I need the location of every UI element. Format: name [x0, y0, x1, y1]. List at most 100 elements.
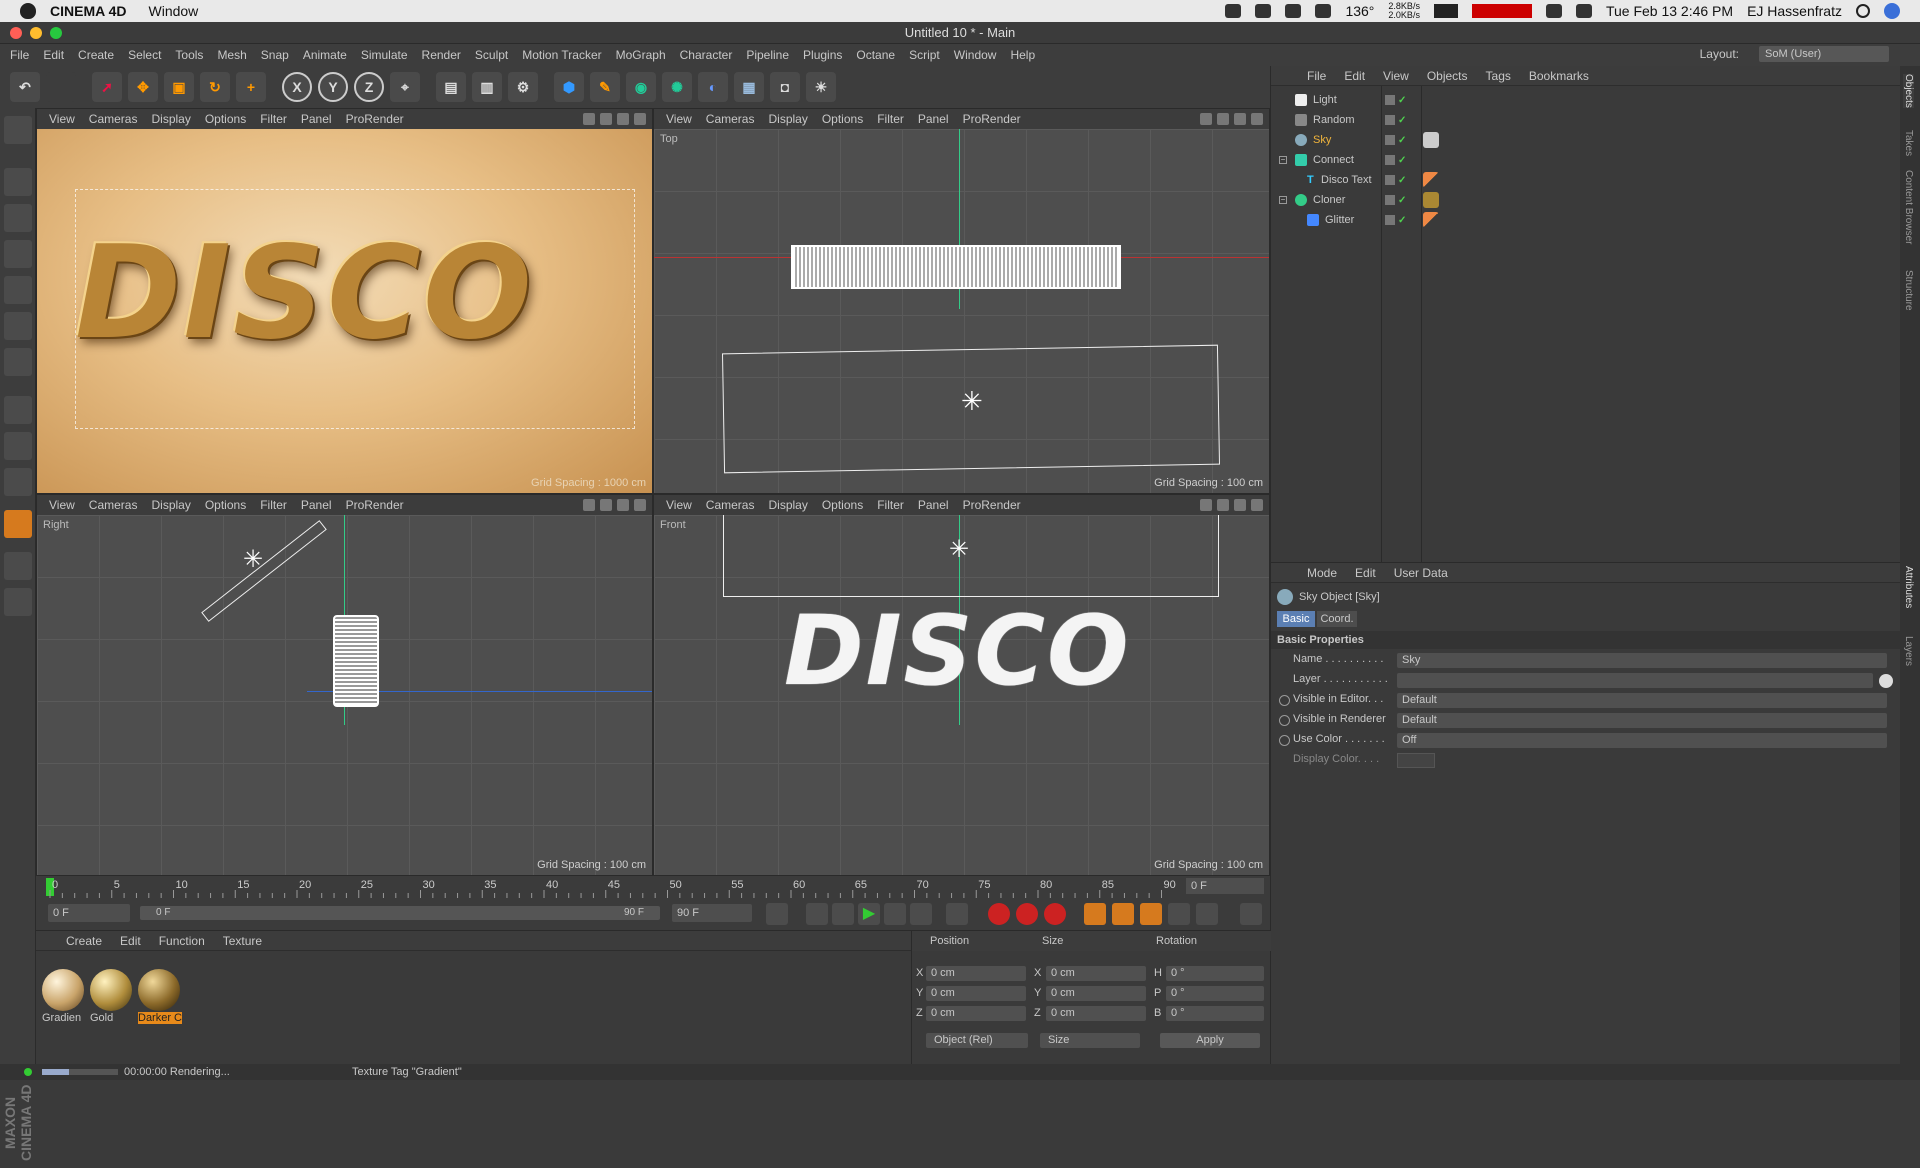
vp-menu-prorender[interactable]: ProRender — [963, 112, 1021, 126]
polygons-mode-icon[interactable] — [4, 348, 32, 376]
mm-menu-function[interactable]: Function — [159, 934, 205, 948]
vp-menu-filter[interactable]: Filter — [260, 112, 287, 126]
zoom-window-icon[interactable] — [50, 27, 62, 39]
animation-radio[interactable] — [1279, 735, 1290, 746]
orbit-icon[interactable] — [1234, 113, 1246, 125]
move-icon[interactable]: ✥ — [128, 72, 158, 102]
minimize-window-icon[interactable] — [30, 27, 42, 39]
maximize-icon[interactable] — [1251, 499, 1263, 511]
texture-mode-icon[interactable] — [4, 204, 32, 232]
om-menu-edit[interactable]: Edit — [1344, 69, 1365, 83]
size-z-field[interactable]: 0 cm — [1046, 1006, 1146, 1021]
material-gradient[interactable]: Gradien — [42, 969, 86, 1027]
menu-animate[interactable]: Animate — [303, 48, 347, 62]
vp-menu-filter[interactable]: Filter — [877, 498, 904, 512]
key-param-icon[interactable] — [1168, 903, 1190, 925]
render-view-icon[interactable]: ▤ — [436, 72, 466, 102]
size-x-field[interactable]: 0 cm — [1046, 966, 1146, 981]
vp-menu-panel[interactable]: Panel — [918, 112, 949, 126]
visible-editor-select[interactable]: Default — [1397, 693, 1887, 708]
menu-mograph[interactable]: MoGraph — [616, 48, 666, 62]
maximize-icon[interactable] — [634, 113, 646, 125]
vp-menu-options[interactable]: Options — [822, 498, 863, 512]
pos-z-field[interactable]: 0 cm — [926, 1006, 1026, 1021]
apple-icon[interactable] — [20, 3, 36, 19]
dolly-icon[interactable] — [1217, 113, 1229, 125]
object-row-random[interactable]: Random ✓ — [1271, 110, 1901, 130]
tab-content-browser[interactable]: Content Browser — [1903, 170, 1914, 244]
om-menu-tags[interactable]: Tags — [1486, 69, 1511, 83]
vp-menu-display[interactable]: Display — [151, 498, 190, 512]
material-gold[interactable]: Gold — [90, 969, 134, 1027]
menu-script[interactable]: Script — [909, 48, 940, 62]
size-y-field[interactable]: 0 cm — [1046, 986, 1146, 1001]
layer-field[interactable] — [1397, 673, 1873, 688]
vp-menu-view[interactable]: View — [49, 112, 75, 126]
light-icon[interactable]: ☀ — [806, 72, 836, 102]
orbit-icon[interactable] — [617, 499, 629, 511]
apply-button[interactable]: Apply — [1160, 1033, 1260, 1048]
om-menu-bookmarks[interactable]: Bookmarks — [1529, 69, 1589, 83]
end-frame-field[interactable]: 90 F — [672, 904, 752, 922]
dolly-icon[interactable] — [1217, 499, 1229, 511]
make-editable-icon[interactable] — [4, 116, 32, 144]
coord-mode-select[interactable]: Object (Rel) — [926, 1033, 1028, 1048]
go-to-start-icon[interactable] — [766, 903, 788, 925]
points-mode-icon[interactable] — [4, 276, 32, 304]
vp-menu-display[interactable]: Display — [768, 498, 807, 512]
object-row-connect[interactable]: − Connect ✓ — [1271, 150, 1901, 170]
tab-attributes[interactable]: Attributes — [1903, 566, 1914, 608]
tab-structure[interactable]: Structure — [1903, 270, 1914, 311]
am-menu-mode[interactable]: Mode — [1307, 566, 1337, 580]
prev-key-icon[interactable] — [806, 903, 828, 925]
object-flags[interactable]: ✓ — [1385, 134, 1406, 146]
menu-plugins[interactable]: Plugins — [803, 48, 842, 62]
object-row-disco-text[interactable]: T Disco Text ✓ — [1271, 170, 1901, 190]
vp-menu-view[interactable]: View — [666, 112, 692, 126]
vp-menu-cameras[interactable]: Cameras — [706, 112, 755, 126]
menu-tools[interactable]: Tools — [175, 48, 203, 62]
menu-simulate[interactable]: Simulate — [361, 48, 408, 62]
volume-icon[interactable] — [1575, 4, 1592, 18]
tab-takes[interactable]: Takes — [1903, 130, 1914, 156]
start-frame-field[interactable]: 0 F — [48, 904, 130, 922]
object-row-light[interactable]: Light ✓ — [1271, 90, 1901, 110]
menu-file[interactable]: File — [10, 48, 29, 62]
vp-menu-filter[interactable]: Filter — [260, 498, 287, 512]
tab-basic[interactable]: Basic — [1277, 611, 1315, 627]
dolly-icon[interactable] — [600, 113, 612, 125]
vp-menu-cameras[interactable]: Cameras — [89, 498, 138, 512]
key-scale-icon[interactable] — [1112, 903, 1134, 925]
viewport-right[interactable]: ✳ View Cameras Display Options Filter Pa… — [36, 494, 653, 876]
solo-icon[interactable] — [4, 468, 32, 496]
timeline-ruler[interactable]: 0 5 10 15 20 25 30 35 40 45 50 55 60 65 70 75 80 85 90 0 F — [36, 876, 1270, 898]
menu-pipeline[interactable]: Pipeline — [746, 48, 789, 62]
menu-window[interactable]: Window — [954, 48, 997, 62]
material-darker[interactable]: Darker C — [138, 969, 182, 1027]
cloner-icon[interactable]: ✺ — [662, 72, 692, 102]
vp-menu-panel[interactable]: Panel — [301, 112, 332, 126]
camera-icon[interactable] — [1225, 4, 1242, 18]
right-view-area[interactable]: ✳ — [37, 515, 652, 875]
layout-select[interactable]: SoM (User) — [1759, 46, 1889, 62]
model-mode-icon[interactable] — [4, 168, 32, 196]
pan-icon[interactable] — [583, 113, 595, 125]
coordinate-system-icon[interactable]: ⌖ — [390, 72, 420, 102]
rotate-icon[interactable]: ↻ — [200, 72, 230, 102]
floor-icon[interactable]: ▦ — [734, 72, 764, 102]
key-rotation-icon[interactable] — [1140, 903, 1162, 925]
object-row-cloner[interactable]: − Cloner ✓ — [1271, 190, 1901, 210]
redo-icon[interactable] — [46, 72, 76, 102]
vp-menu-display[interactable]: Display — [768, 112, 807, 126]
object-flags[interactable]: ✓ — [1385, 94, 1406, 106]
tweak-mode-icon[interactable] — [4, 432, 32, 460]
edges-mode-icon[interactable] — [4, 312, 32, 340]
material-tag-icon[interactable] — [1423, 212, 1439, 228]
rot-h-field[interactable]: 0 ° — [1166, 966, 1264, 981]
vp-menu-view[interactable]: View — [666, 498, 692, 512]
menu-help[interactable]: Help — [1010, 48, 1035, 62]
menu-window[interactable]: Window — [149, 3, 199, 19]
pos-y-field[interactable]: 0 cm — [926, 986, 1026, 1001]
workplane-grid-icon[interactable] — [4, 552, 32, 580]
user-name[interactable]: EJ Hassenfratz — [1747, 3, 1842, 19]
